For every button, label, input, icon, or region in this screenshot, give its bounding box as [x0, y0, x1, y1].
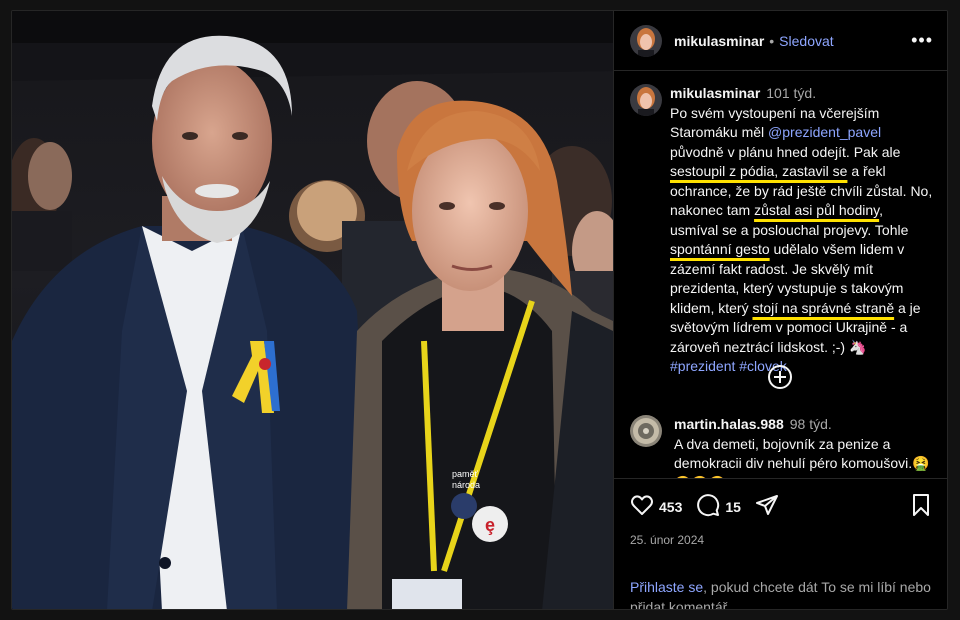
bookmark-icon[interactable] [909, 493, 933, 522]
comment-item: martin.halas.988 98 týd. A dva demeti, bo… [630, 415, 932, 478]
share-icon[interactable] [755, 493, 779, 522]
more-options-icon[interactable]: ••• [911, 30, 933, 51]
caption-username[interactable]: mikulasminar [670, 85, 760, 101]
caption: mikulasminar 101 týd. Po svém vystoupení … [630, 84, 933, 377]
comments-area: mikulasminar 101 týd. Po svém vystoupení … [614, 72, 947, 478]
author-username[interactable]: mikulasminar [674, 33, 764, 49]
post-date: 25. únor 2024 [630, 533, 705, 547]
photo-illustration: ȩ paměť národa [12, 11, 613, 609]
caption-part: původně v plánu hned odejít. Pak ale [670, 143, 901, 160]
load-more-comments-icon[interactable] [768, 365, 792, 389]
comment-body: A dva demeti, bojovník za penize a demok… [674, 435, 930, 479]
caption-time: 101 týd. [766, 85, 817, 101]
highlight-1: sestoupil z pódia, zastavil se [670, 163, 848, 179]
mention-link[interactable]: @prezident_pavel [768, 124, 881, 140]
highlight-3: spontánní gesto [670, 241, 770, 257]
post-dialog: ȩ paměť národa mikulasminar • Sledovat •… [11, 10, 948, 610]
caption-text: mikulasminar 101 týd. Po svém vystoupení … [670, 84, 933, 377]
author-avatar[interactable] [630, 24, 662, 57]
post-side-panel: mikulasminar • Sledovat ••• mikulasminar… [613, 11, 947, 609]
comment-text: martin.halas.988 98 týd. A dva demeti, bo… [674, 415, 932, 478]
commenter-username[interactable]: martin.halas.988 [674, 416, 784, 432]
comment-icon[interactable] [696, 493, 720, 522]
post-header: mikulasminar • Sledovat ••• [614, 11, 947, 71]
svg-text:ȩ: ȩ [485, 515, 495, 535]
highlight-4: stojí na správné straně [752, 299, 895, 316]
post-photo[interactable]: ȩ paměť národa [12, 11, 613, 609]
login-link[interactable]: Přihlaste se [630, 579, 703, 595]
separator-dot: • [769, 32, 775, 49]
login-prompt: Přihlaste se, pokud chcete dát To se mi … [630, 566, 933, 609]
like-count[interactable]: 453 [659, 499, 682, 515]
svg-text:národa: národa [452, 480, 480, 490]
follow-button[interactable]: Sledovat [779, 33, 833, 49]
comment-time: 98 týd. [789, 416, 832, 432]
comment-count[interactable]: 15 [725, 499, 741, 515]
highlight-2: zůstal asi půl hodiny [754, 202, 880, 218]
post-actions: 453 15 25. únor 2024 Přihlaste se, pokud… [614, 478, 947, 609]
like-icon[interactable] [630, 493, 654, 522]
commenter-avatar[interactable] [630, 415, 662, 447]
lanyard-text: paměť [452, 469, 479, 479]
caption-avatar[interactable] [630, 84, 662, 116]
